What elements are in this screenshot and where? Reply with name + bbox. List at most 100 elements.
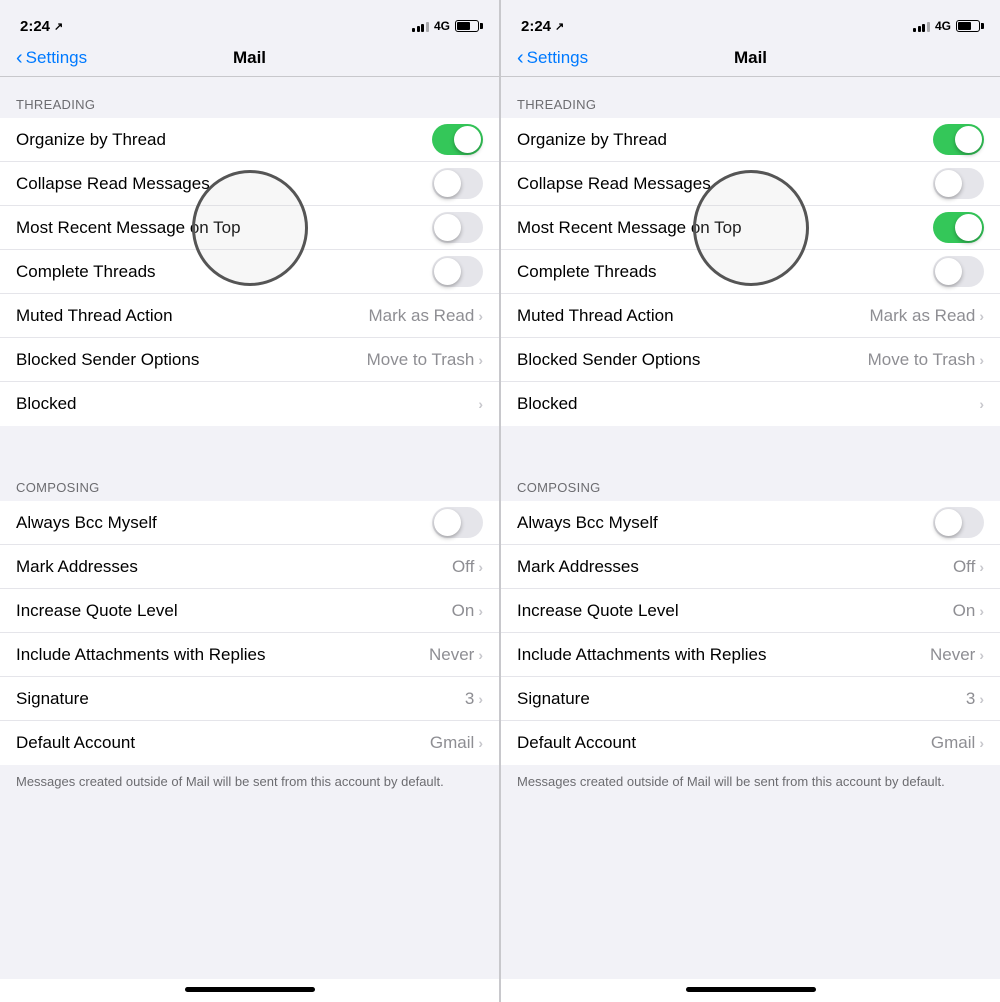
composing-group-left: Always Bcc Myself Mark Addresses Off › I…	[0, 501, 499, 765]
row-quote-level-left[interactable]: Increase Quote Level On ›	[0, 589, 499, 633]
footer-note-right: Messages created outside of Mail will be…	[501, 765, 1000, 803]
location-icon-right: ↗	[555, 20, 564, 33]
signal-bar-r3	[922, 24, 925, 32]
row-signature-right[interactable]: Signature 3 ›	[501, 677, 1000, 721]
composing-group-right: Always Bcc Myself Mark Addresses Off › I…	[501, 501, 1000, 765]
lte-label-right: 4G	[935, 19, 951, 33]
status-right-right: 4G	[913, 19, 980, 33]
row-mark-addresses-right[interactable]: Mark Addresses Off ›	[501, 545, 1000, 589]
toggle-thumb-most-recent-left	[434, 214, 461, 241]
value-mark-addresses-right: Off	[953, 557, 975, 577]
settings-content-right: THREADING Organize by Thread Collapse Re…	[501, 77, 1000, 979]
row-most-recent-left[interactable]: Most Recent Message on Top	[0, 206, 499, 250]
row-blocked-right[interactable]: Blocked ›	[501, 382, 1000, 426]
label-default-account-left: Default Account	[16, 733, 430, 753]
chevron-blocked-sender-left: ›	[478, 352, 483, 368]
row-collapse-read-left[interactable]: Collapse Read Messages	[0, 162, 499, 206]
settings-content-left: THREADING Organize by Thread Collapse Re…	[0, 77, 499, 979]
battery-fill-right	[958, 22, 971, 30]
label-complete-threads-right: Complete Threads	[517, 262, 933, 282]
value-attachments-left: Never	[429, 645, 474, 665]
battery-left	[455, 20, 479, 32]
chevron-signature-right: ›	[979, 691, 984, 707]
toggle-complete-threads-right[interactable]	[933, 256, 984, 287]
back-button-left[interactable]: ‹ Settings	[16, 48, 87, 68]
row-complete-threads-left[interactable]: Complete Threads	[0, 250, 499, 294]
toggle-bcc-right[interactable]	[933, 507, 984, 538]
value-blocked-sender-left: Move to Trash	[367, 350, 475, 370]
back-button-right[interactable]: ‹ Settings	[517, 48, 588, 68]
toggle-most-recent-left[interactable]	[432, 212, 483, 243]
label-bcc-left: Always Bcc Myself	[16, 513, 432, 533]
value-quote-level-left: On	[452, 601, 475, 621]
row-default-account-left[interactable]: Default Account Gmail ›	[0, 721, 499, 765]
toggle-most-recent-right[interactable]	[933, 212, 984, 243]
chevron-muted-thread-left: ›	[478, 308, 483, 324]
toggle-collapse-read-left[interactable]	[432, 168, 483, 199]
value-signature-right: 3	[966, 689, 975, 709]
toggle-thumb-bcc-right	[935, 509, 962, 536]
chevron-muted-thread-right: ›	[979, 308, 984, 324]
row-collapse-read-right[interactable]: Collapse Read Messages	[501, 162, 1000, 206]
home-indicator-left	[0, 979, 499, 1002]
back-label-right: Settings	[527, 48, 588, 68]
chevron-blocked-right: ›	[979, 396, 984, 412]
chevron-attachments-left: ›	[478, 647, 483, 663]
status-bar-right: 2:24 ↗ 4G	[501, 0, 1000, 44]
row-blocked-left[interactable]: Blocked ›	[0, 382, 499, 426]
row-quote-level-right[interactable]: Increase Quote Level On ›	[501, 589, 1000, 633]
home-bar-right	[686, 987, 816, 992]
threading-header-left: THREADING	[0, 77, 499, 118]
row-blocked-sender-right[interactable]: Blocked Sender Options Move to Trash ›	[501, 338, 1000, 382]
signal-bars-left	[412, 20, 429, 32]
signal-bars-right	[913, 20, 930, 32]
value-signature-left: 3	[465, 689, 474, 709]
label-collapse-read-left: Collapse Read Messages	[16, 174, 432, 194]
label-collapse-read-right: Collapse Read Messages	[517, 174, 933, 194]
row-muted-thread-left[interactable]: Muted Thread Action Mark as Read ›	[0, 294, 499, 338]
label-default-account-right: Default Account	[517, 733, 931, 753]
row-blocked-sender-left[interactable]: Blocked Sender Options Move to Trash ›	[0, 338, 499, 382]
back-chevron-left: ‹	[16, 48, 23, 68]
toggle-thumb-most-recent-right	[955, 214, 982, 241]
chevron-blocked-left: ›	[478, 396, 483, 412]
row-bcc-right[interactable]: Always Bcc Myself	[501, 501, 1000, 545]
row-signature-left[interactable]: Signature 3 ›	[0, 677, 499, 721]
value-quote-level-right: On	[953, 601, 976, 621]
chevron-blocked-sender-right: ›	[979, 352, 984, 368]
toggle-organize-thread-right[interactable]	[933, 124, 984, 155]
row-attachments-left[interactable]: Include Attachments with Replies Never ›	[0, 633, 499, 677]
home-bar-left	[185, 987, 315, 992]
row-mark-addresses-left[interactable]: Mark Addresses Off ›	[0, 545, 499, 589]
home-indicator-right	[501, 979, 1000, 1002]
status-time-left: 2:24 ↗	[20, 18, 63, 35]
composing-header-right: COMPOSING	[501, 460, 1000, 501]
toggle-thumb-bcc-left	[434, 509, 461, 536]
row-organize-thread-right[interactable]: Organize by Thread	[501, 118, 1000, 162]
toggle-thumb-organize-left	[454, 126, 481, 153]
signal-bar-r4	[927, 22, 930, 32]
row-muted-thread-right[interactable]: Muted Thread Action Mark as Read ›	[501, 294, 1000, 338]
toggle-bcc-left[interactable]	[432, 507, 483, 538]
section-gap-left	[0, 426, 499, 460]
location-icon-left: ↗	[54, 20, 63, 33]
chevron-default-account-left: ›	[478, 735, 483, 751]
threading-group-right: Organize by Thread Collapse Read Message…	[501, 118, 1000, 426]
row-default-account-right[interactable]: Default Account Gmail ›	[501, 721, 1000, 765]
back-chevron-right: ‹	[517, 48, 524, 68]
status-time-right: 2:24 ↗	[521, 18, 564, 35]
toggle-organize-thread-left[interactable]	[432, 124, 483, 155]
row-complete-threads-right[interactable]: Complete Threads	[501, 250, 1000, 294]
row-most-recent-right[interactable]: Most Recent Message on Top	[501, 206, 1000, 250]
chevron-attachments-right: ›	[979, 647, 984, 663]
toggle-thumb-organize-right	[955, 126, 982, 153]
label-most-recent-right: Most Recent Message on Top	[517, 218, 933, 238]
nav-bar-right: ‹ Settings Mail	[501, 44, 1000, 77]
label-most-recent-left: Most Recent Message on Top	[16, 218, 432, 238]
nav-title-right: Mail	[734, 48, 767, 68]
row-attachments-right[interactable]: Include Attachments with Replies Never ›	[501, 633, 1000, 677]
row-bcc-left[interactable]: Always Bcc Myself	[0, 501, 499, 545]
toggle-complete-threads-left[interactable]	[432, 256, 483, 287]
row-organize-thread-left[interactable]: Organize by Thread	[0, 118, 499, 162]
toggle-collapse-read-right[interactable]	[933, 168, 984, 199]
